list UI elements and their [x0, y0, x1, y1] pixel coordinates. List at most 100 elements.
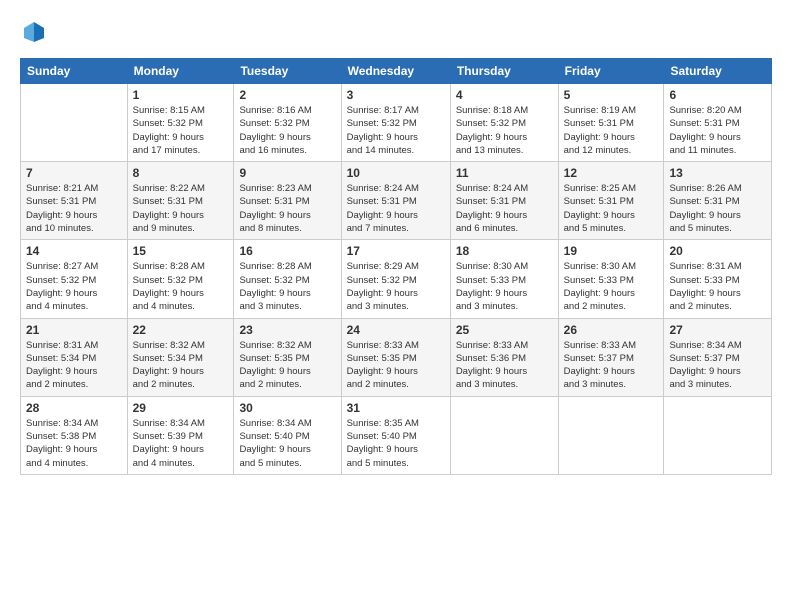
day-info: Sunrise: 8:33 AM Sunset: 5:36 PM Dayligh…	[456, 339, 553, 392]
day-info: Sunrise: 8:34 AM Sunset: 5:40 PM Dayligh…	[239, 417, 335, 470]
day-cell: 28Sunrise: 8:34 AM Sunset: 5:38 PM Dayli…	[21, 396, 128, 474]
day-number: 10	[347, 166, 445, 180]
calendar: SundayMondayTuesdayWednesdayThursdayFrid…	[20, 58, 772, 475]
day-cell: 1 Sunrise: 8:15 AM Sunset: 5:32 PM Daylig…	[127, 84, 234, 162]
weekday-header-wednesday: Wednesday	[341, 59, 450, 84]
week-row-4: 28Sunrise: 8:34 AM Sunset: 5:38 PM Dayli…	[21, 396, 772, 474]
weekday-header-saturday: Saturday	[664, 59, 772, 84]
day-cell: 11Sunrise: 8:24 AM Sunset: 5:31 PM Dayli…	[450, 162, 558, 240]
day-number: 22	[133, 323, 229, 337]
day-number: 13	[669, 166, 766, 180]
day-cell: 27Sunrise: 8:34 AM Sunset: 5:37 PM Dayli…	[664, 318, 772, 396]
day-number: 29	[133, 401, 229, 415]
day-info: Sunrise: 8:17 AM Sunset: 5:32 PM Dayligh…	[347, 104, 445, 157]
day-info: Sunrise: 8:16 AM Sunset: 5:32 PM Dayligh…	[239, 104, 335, 157]
day-number: 20	[669, 244, 766, 258]
day-number: 11	[456, 166, 553, 180]
day-cell: 15Sunrise: 8:28 AM Sunset: 5:32 PM Dayli…	[127, 240, 234, 318]
day-info: Sunrise: 8:21 AM Sunset: 5:31 PM Dayligh…	[26, 182, 122, 235]
day-cell	[450, 396, 558, 474]
day-number: 14	[26, 244, 122, 258]
day-cell: 5 Sunrise: 8:19 AM Sunset: 5:31 PM Daylig…	[558, 84, 664, 162]
day-info: Sunrise: 8:24 AM Sunset: 5:31 PM Dayligh…	[347, 182, 445, 235]
logo	[20, 18, 52, 46]
day-number: 18	[456, 244, 553, 258]
day-cell	[21, 84, 128, 162]
weekday-header-thursday: Thursday	[450, 59, 558, 84]
day-number: 30	[239, 401, 335, 415]
day-number: 8	[133, 166, 229, 180]
day-cell: 26 Sunrise: 8:33 AM Sunset: 5:37 PM Dayli…	[558, 318, 664, 396]
day-info: Sunrise: 8:34 AM Sunset: 5:39 PM Dayligh…	[133, 417, 229, 470]
day-cell: 9 Sunrise: 8:23 AM Sunset: 5:31 PM Daylig…	[234, 162, 341, 240]
day-cell: 22 Sunrise: 8:32 AM Sunset: 5:34 PM Dayli…	[127, 318, 234, 396]
day-number: 4	[456, 88, 553, 102]
day-cell	[558, 396, 664, 474]
weekday-header-sunday: Sunday	[21, 59, 128, 84]
day-number: 21	[26, 323, 122, 337]
day-info: Sunrise: 8:22 AM Sunset: 5:31 PM Dayligh…	[133, 182, 229, 235]
day-cell: 20 Sunrise: 8:31 AM Sunset: 5:33 PM Dayli…	[664, 240, 772, 318]
week-row-2: 14 Sunrise: 8:27 AM Sunset: 5:32 PM Dayli…	[21, 240, 772, 318]
day-cell: 10 Sunrise: 8:24 AM Sunset: 5:31 PM Dayli…	[341, 162, 450, 240]
day-cell: 7Sunrise: 8:21 AM Sunset: 5:31 PM Daylig…	[21, 162, 128, 240]
day-info: Sunrise: 8:35 AM Sunset: 5:40 PM Dayligh…	[347, 417, 445, 470]
day-info: Sunrise: 8:31 AM Sunset: 5:33 PM Dayligh…	[669, 260, 766, 313]
day-info: Sunrise: 8:29 AM Sunset: 5:32 PM Dayligh…	[347, 260, 445, 313]
day-cell: 8 Sunrise: 8:22 AM Sunset: 5:31 PM Daylig…	[127, 162, 234, 240]
day-number: 28	[26, 401, 122, 415]
day-info: Sunrise: 8:20 AM Sunset: 5:31 PM Dayligh…	[669, 104, 766, 157]
day-number: 23	[239, 323, 335, 337]
day-info: Sunrise: 8:28 AM Sunset: 5:32 PM Dayligh…	[239, 260, 335, 313]
day-cell: 13 Sunrise: 8:26 AM Sunset: 5:31 PM Dayli…	[664, 162, 772, 240]
day-cell: 4 Sunrise: 8:18 AM Sunset: 5:32 PM Daylig…	[450, 84, 558, 162]
week-row-1: 7Sunrise: 8:21 AM Sunset: 5:31 PM Daylig…	[21, 162, 772, 240]
day-cell: 19 Sunrise: 8:30 AM Sunset: 5:33 PM Dayli…	[558, 240, 664, 318]
day-cell: 24 Sunrise: 8:33 AM Sunset: 5:35 PM Dayli…	[341, 318, 450, 396]
day-number: 5	[564, 88, 659, 102]
day-info: Sunrise: 8:34 AM Sunset: 5:37 PM Dayligh…	[669, 339, 766, 392]
day-number: 1	[133, 88, 229, 102]
day-info: Sunrise: 8:32 AM Sunset: 5:35 PM Dayligh…	[239, 339, 335, 392]
day-cell: 21Sunrise: 8:31 AM Sunset: 5:34 PM Dayli…	[21, 318, 128, 396]
day-info: Sunrise: 8:26 AM Sunset: 5:31 PM Dayligh…	[669, 182, 766, 235]
day-info: Sunrise: 8:19 AM Sunset: 5:31 PM Dayligh…	[564, 104, 659, 157]
day-number: 26	[564, 323, 659, 337]
day-cell	[664, 396, 772, 474]
day-number: 12	[564, 166, 659, 180]
day-info: Sunrise: 8:30 AM Sunset: 5:33 PM Dayligh…	[564, 260, 659, 313]
day-cell: 25 Sunrise: 8:33 AM Sunset: 5:36 PM Dayli…	[450, 318, 558, 396]
day-number: 9	[239, 166, 335, 180]
day-number: 16	[239, 244, 335, 258]
day-cell: 2 Sunrise: 8:16 AM Sunset: 5:32 PM Daylig…	[234, 84, 341, 162]
day-number: 17	[347, 244, 445, 258]
day-info: Sunrise: 8:25 AM Sunset: 5:31 PM Dayligh…	[564, 182, 659, 235]
day-cell: 14 Sunrise: 8:27 AM Sunset: 5:32 PM Dayli…	[21, 240, 128, 318]
weekday-header-row: SundayMondayTuesdayWednesdayThursdayFrid…	[21, 59, 772, 84]
weekday-header-monday: Monday	[127, 59, 234, 84]
day-cell: 16 Sunrise: 8:28 AM Sunset: 5:32 PM Dayli…	[234, 240, 341, 318]
day-number: 2	[239, 88, 335, 102]
day-cell: 30 Sunrise: 8:34 AM Sunset: 5:40 PM Dayli…	[234, 396, 341, 474]
page: SundayMondayTuesdayWednesdayThursdayFrid…	[0, 0, 792, 612]
day-cell: 3Sunrise: 8:17 AM Sunset: 5:32 PM Daylig…	[341, 84, 450, 162]
weekday-header-friday: Friday	[558, 59, 664, 84]
day-info: Sunrise: 8:32 AM Sunset: 5:34 PM Dayligh…	[133, 339, 229, 392]
day-cell: 17 Sunrise: 8:29 AM Sunset: 5:32 PM Dayli…	[341, 240, 450, 318]
week-row-3: 21Sunrise: 8:31 AM Sunset: 5:34 PM Dayli…	[21, 318, 772, 396]
day-info: Sunrise: 8:23 AM Sunset: 5:31 PM Dayligh…	[239, 182, 335, 235]
day-cell: 12 Sunrise: 8:25 AM Sunset: 5:31 PM Dayli…	[558, 162, 664, 240]
day-info: Sunrise: 8:18 AM Sunset: 5:32 PM Dayligh…	[456, 104, 553, 157]
day-info: Sunrise: 8:15 AM Sunset: 5:32 PM Dayligh…	[133, 104, 229, 157]
day-number: 19	[564, 244, 659, 258]
day-info: Sunrise: 8:33 AM Sunset: 5:37 PM Dayligh…	[564, 339, 659, 392]
logo-icon	[20, 18, 48, 46]
day-info: Sunrise: 8:27 AM Sunset: 5:32 PM Dayligh…	[26, 260, 122, 313]
day-cell: 6Sunrise: 8:20 AM Sunset: 5:31 PM Daylig…	[664, 84, 772, 162]
day-number: 25	[456, 323, 553, 337]
day-number: 31	[347, 401, 445, 415]
day-info: Sunrise: 8:33 AM Sunset: 5:35 PM Dayligh…	[347, 339, 445, 392]
week-row-0: 1 Sunrise: 8:15 AM Sunset: 5:32 PM Daylig…	[21, 84, 772, 162]
day-info: Sunrise: 8:30 AM Sunset: 5:33 PM Dayligh…	[456, 260, 553, 313]
day-number: 24	[347, 323, 445, 337]
